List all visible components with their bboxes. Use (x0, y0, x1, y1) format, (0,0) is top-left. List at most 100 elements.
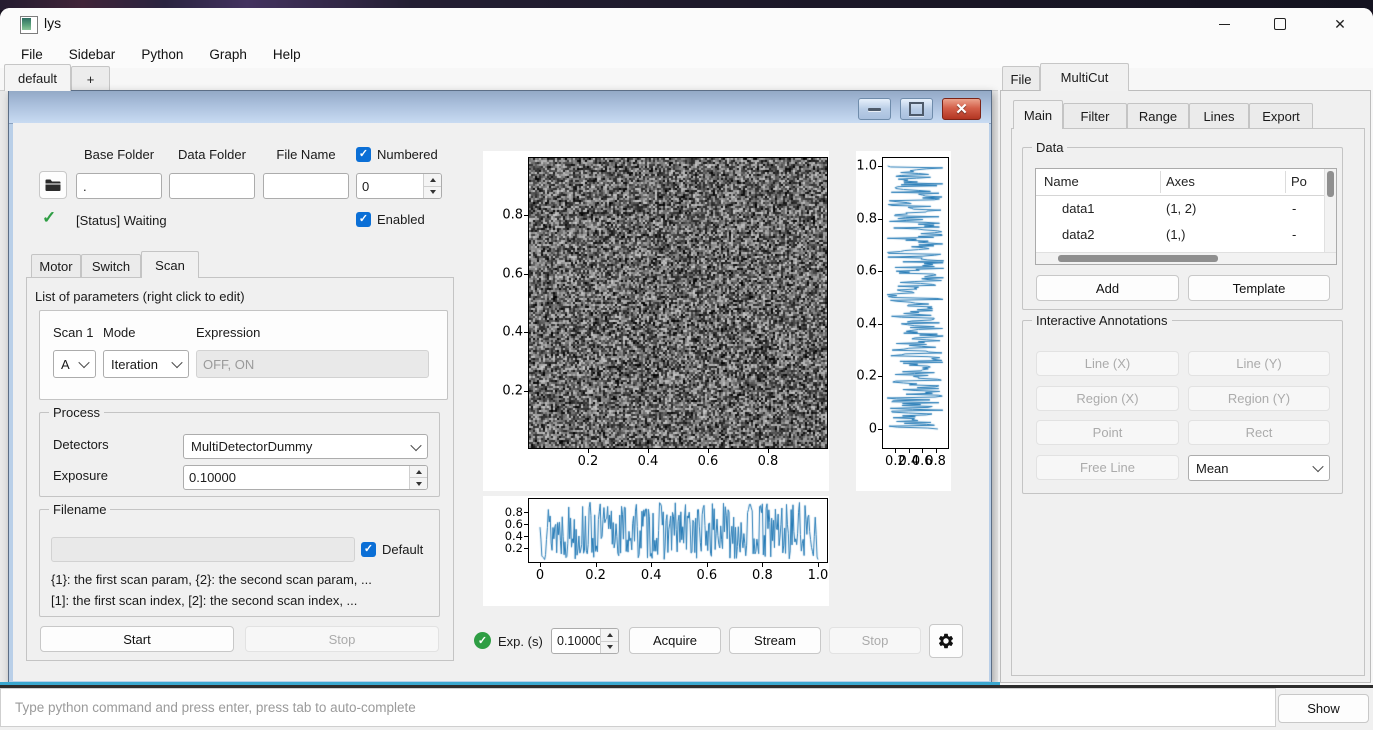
enabled-checkbox[interactable]: ✓ (356, 212, 371, 227)
exposure-seconds-spinbox[interactable]: 0.10000 (551, 628, 619, 654)
table-row-po[interactable]: - (1292, 227, 1296, 242)
tick-label: 0.2 (577, 454, 599, 469)
scan1-expression-input[interactable]: OFF, ON (196, 350, 429, 378)
line-y-button[interactable]: Line (Y) (1188, 351, 1330, 376)
tab-export[interactable]: Export (1249, 103, 1313, 129)
base-folder-input[interactable]: . (76, 173, 162, 199)
workspace-tab-add[interactable]: + (71, 66, 110, 91)
exposure-spinbox[interactable]: 0.10000 (183, 465, 428, 490)
rect-button[interactable]: Rect (1188, 420, 1330, 445)
tab-main[interactable]: Main (1013, 100, 1063, 129)
tab-switch[interactable]: Switch (81, 254, 141, 277)
filename-input[interactable] (51, 537, 355, 562)
default-checkbox[interactable]: ✓ (361, 542, 376, 557)
menu-file[interactable]: File (8, 44, 56, 65)
open-folder-button[interactable] (39, 171, 67, 199)
subwindow-maximize-button[interactable] (900, 98, 933, 120)
numbered-checkbox[interactable]: ✓ (356, 147, 371, 162)
table-row-axes[interactable]: (1, 2) (1166, 201, 1196, 216)
horizontal-profile-plot[interactable]: 0.8 0.6 0.4 0.2 0 0.2 0.4 0.6 0.8 1.0 (483, 496, 829, 606)
tab-scan[interactable]: Scan (141, 251, 199, 278)
tab-filter[interactable]: Filter (1063, 103, 1127, 129)
maximize-icon (1274, 18, 1286, 30)
col-header-name[interactable]: Name (1044, 174, 1079, 189)
mean-combo[interactable]: Mean (1188, 455, 1330, 481)
tick-label: 0 (535, 568, 545, 583)
scan1-axis-combo[interactable]: A (53, 350, 96, 378)
tab-motor[interactable]: Motor (31, 254, 81, 277)
right-tab-file[interactable]: File (1002, 66, 1040, 91)
acquire-button[interactable]: Acquire (629, 627, 721, 654)
subwindow-minimize-button[interactable] (858, 98, 891, 120)
tick-label: 0.2 (504, 541, 523, 555)
settings-button[interactable] (929, 624, 963, 658)
annotations-group: Interactive Annotations Line (X) Line (Y… (1022, 313, 1343, 494)
detector-image-plot[interactable]: 0.8 0.6 0.4 0.2 0.2 0.4 0.6 0.8 (483, 151, 829, 491)
menu-graph[interactable]: Graph (196, 44, 260, 65)
start-button[interactable]: Start (40, 626, 234, 652)
table-row-axes[interactable]: (1,) (1166, 227, 1186, 242)
tab-range[interactable]: Range (1127, 103, 1189, 129)
file-name-input[interactable] (263, 173, 349, 199)
vertical-scrollbar[interactable] (1324, 169, 1336, 253)
template-button[interactable]: Template (1188, 275, 1330, 301)
tab-lines[interactable]: Lines (1189, 103, 1249, 129)
number-spin-arrows[interactable] (423, 174, 441, 198)
region-x-button[interactable]: Region (X) (1036, 386, 1179, 411)
chevron-down-icon (1312, 460, 1324, 473)
acquisition-stop-button[interactable]: Stop (829, 627, 921, 654)
subwindow-titlebar[interactable]: ✕ (9, 91, 991, 124)
noise-image-canvas[interactable] (529, 158, 827, 448)
right-tab-multicut[interactable]: MultiCut (1040, 63, 1129, 91)
data-table[interactable]: Name Axes Po data1 (1, 2) - data2 (1,) - (1035, 168, 1337, 265)
show-button[interactable]: Show (1278, 694, 1369, 723)
menu-python[interactable]: Python (128, 44, 196, 65)
col-header-axes[interactable]: Axes (1166, 174, 1195, 189)
tick-mark (524, 390, 528, 392)
column-divider (1160, 171, 1161, 193)
workspace-tab-label: default (17, 70, 58, 86)
vline-canvas[interactable] (883, 158, 948, 448)
menu-help[interactable]: Help (260, 44, 314, 65)
close-button[interactable]: ✕ (1317, 8, 1363, 40)
number-spinbox[interactable]: 0 (356, 173, 442, 199)
python-command-input[interactable]: Type python command and press enter, pre… (0, 688, 1276, 727)
col-header-po[interactable]: Po (1291, 174, 1307, 189)
table-row-name[interactable]: data2 (1062, 227, 1095, 242)
detectors-value: MultiDetectorDummy (191, 439, 313, 454)
exp-spin-arrows[interactable] (600, 629, 618, 653)
data-folder-input[interactable] (169, 173, 255, 199)
vertical-scrollbar-thumb[interactable] (1327, 171, 1334, 197)
hline-canvas[interactable] (529, 499, 827, 562)
minimize-button[interactable] (1201, 8, 1247, 40)
line-x-label: Line (X) (1084, 356, 1131, 371)
scan1-mode-combo[interactable]: Iteration (103, 350, 189, 378)
line-x-button[interactable]: Line (X) (1036, 351, 1179, 376)
point-button[interactable]: Point (1036, 420, 1179, 445)
table-row-name[interactable]: data1 (1062, 201, 1095, 216)
exposure-spin-arrows[interactable] (409, 466, 427, 489)
tick-mark (524, 215, 528, 217)
horizontal-scrollbar[interactable] (1036, 252, 1336, 264)
horizontal-scrollbar-thumb[interactable] (1058, 255, 1218, 262)
stop-button[interactable]: Stop (245, 626, 439, 652)
subwindow-close-button[interactable]: ✕ (942, 98, 981, 120)
free-line-button[interactable]: Free Line (1036, 455, 1179, 480)
tick-mark (878, 271, 882, 273)
menu-sidebar[interactable]: Sidebar (56, 44, 129, 65)
region-y-button[interactable]: Region (Y) (1188, 386, 1330, 411)
tick-label: 0.6 (502, 266, 523, 282)
table-row-po[interactable]: - (1292, 201, 1296, 216)
scan1-group: Scan 1 Mode Expression A Iteration OFF, … (39, 310, 448, 400)
filename-group-title: Filename (49, 502, 111, 517)
stream-button[interactable]: Stream (729, 627, 821, 654)
scan1-expression-placeholder: OFF, ON (203, 356, 255, 372)
hplot-box (528, 498, 828, 563)
process-group: Process Detectors MultiDetectorDummy Exp… (39, 405, 440, 497)
workspace-tab-default[interactable]: default (4, 64, 71, 91)
detectors-combo[interactable]: MultiDetectorDummy (183, 434, 428, 459)
maximize-button[interactable] (1257, 8, 1303, 40)
number-value: 0 (362, 178, 370, 194)
add-button[interactable]: Add (1036, 275, 1179, 301)
vertical-profile-plot[interactable]: 1.0 0.8 0.6 0.4 0.2 0 0.2 0.4 0.6 0.8 (856, 151, 951, 491)
